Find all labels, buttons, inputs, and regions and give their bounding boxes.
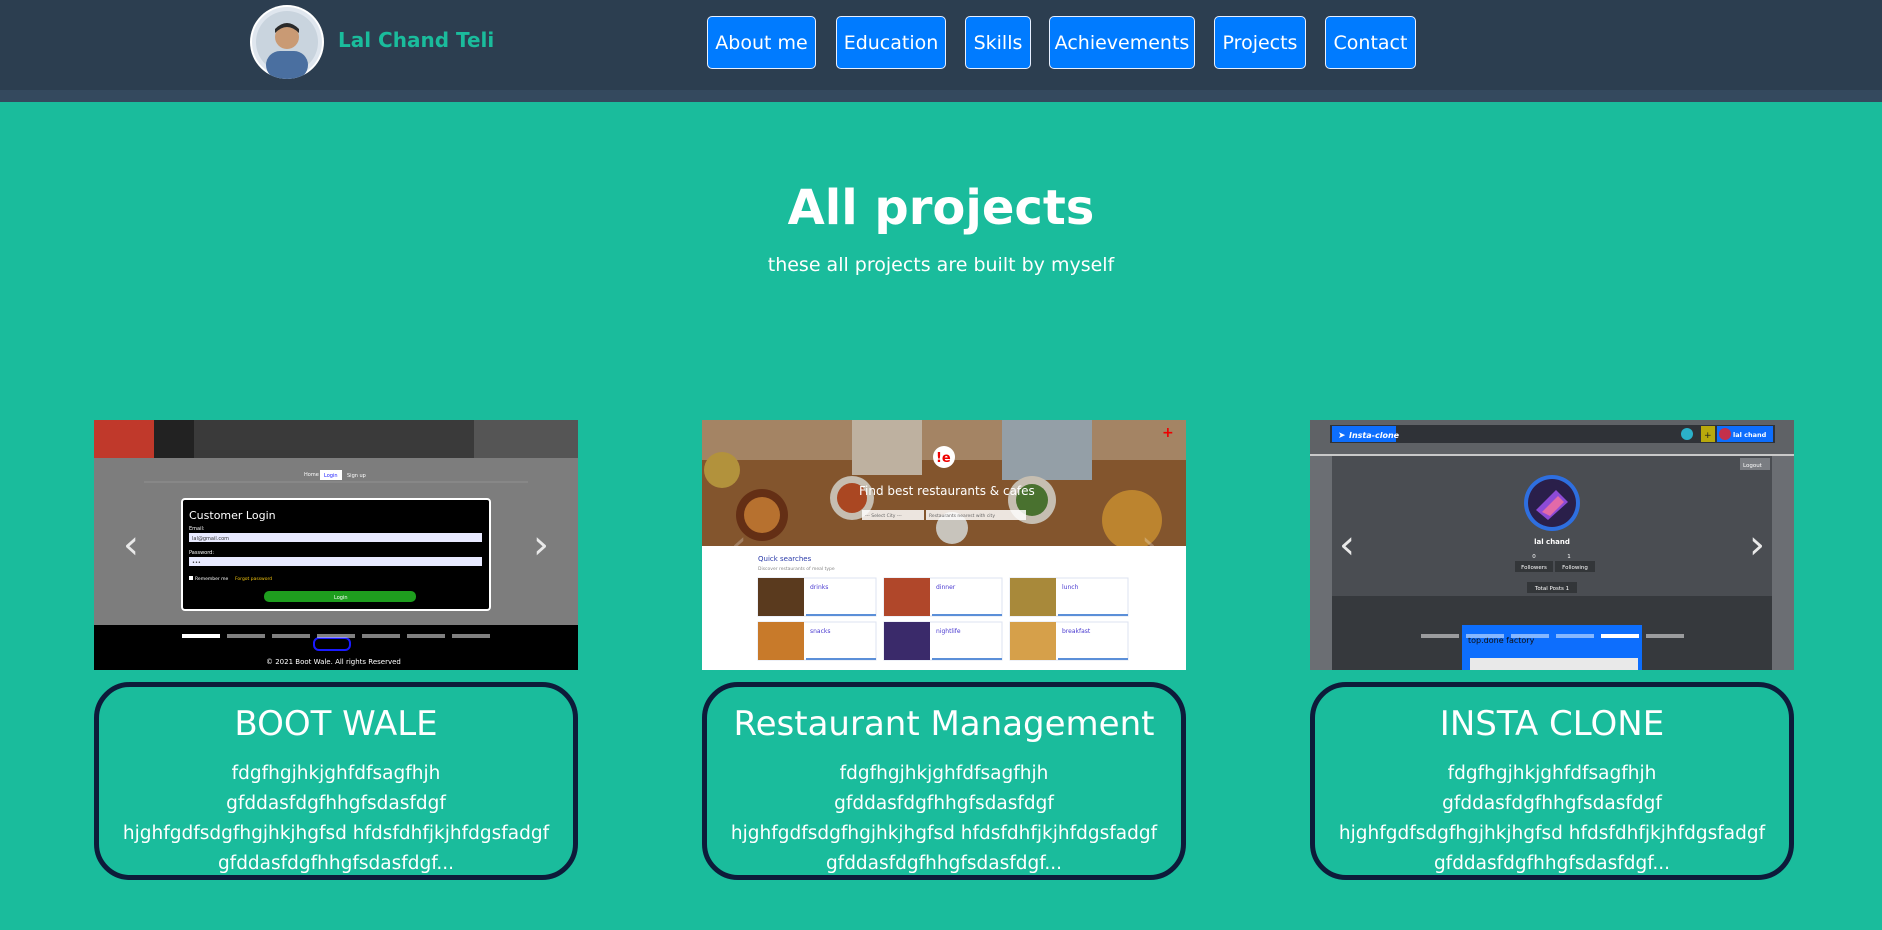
carousel-prev-button[interactable]: ‹ <box>724 525 754 565</box>
shot-username: lal chand <box>1534 538 1570 546</box>
svg-text:+: + <box>1704 431 1712 441</box>
shot-city-select: --- Select City --- <box>865 513 902 519</box>
svg-text:➤: ➤ <box>1338 431 1346 441</box>
project-card-insta-clone: ➤ Insta-clone + lal chand Logout lal cha… <box>1310 420 1794 880</box>
project-info-box: INSTA CLONE fdgfhgjhkjghfdfsagfhjh gfdda… <box>1310 682 1794 880</box>
boot-wale-screenshot: Home Login Sign up Customer Login Email:… <box>94 420 578 670</box>
meal-type-label: dinner <box>936 584 956 591</box>
nav-contact-button[interactable]: Contact <box>1325 16 1416 69</box>
project-description: fdgfhgjhkjghfdfsagfhjh gfddasfdgfhhgfsda… <box>122 763 550 874</box>
carousel-next-button[interactable]: › <box>1742 525 1772 565</box>
carousel-indicator[interactable] <box>317 634 355 638</box>
shot-nav-login: Login <box>324 473 338 479</box>
shot-forgot: Forgot password <box>235 576 272 582</box>
nav-projects-button[interactable]: Projects <box>1214 16 1306 69</box>
shot-email-value: lal@gmail.com <box>192 536 229 542</box>
carousel-indicators <box>1310 634 1794 638</box>
project-carousel[interactable]: + !e Find best restaurants & cafes --- S… <box>702 420 1186 670</box>
shot-following-label: Following <box>1562 565 1588 571</box>
shot-section-title: Quick searches <box>758 555 812 563</box>
page-subtitle: these all projects are built by myself <box>767 254 1115 276</box>
carousel-indicator[interactable] <box>1600 634 1639 638</box>
shot-nav-home: Home <box>304 472 319 478</box>
carousel-next-button[interactable]: › <box>526 525 556 565</box>
nav-about-me-button[interactable]: About me <box>707 16 816 69</box>
meal-type-label: nightlife <box>936 628 961 635</box>
shot-brand: Insta-clone <box>1349 431 1400 440</box>
shot-section-sub: Discover restaurants of meal type <box>758 566 835 572</box>
shot-total-posts: Total Posts 1 <box>1534 586 1569 592</box>
shot-nav-signup: Sign up <box>347 473 366 479</box>
nav-education-button[interactable]: Education <box>836 16 946 69</box>
meal-type-label: snacks <box>810 628 831 635</box>
shot-search-placeholder: Restaurants nearest with city <box>929 513 995 519</box>
carousel-indicator[interactable] <box>272 634 310 638</box>
shot-followers-count: 0 <box>1532 554 1536 560</box>
shot-logo: !e <box>936 451 951 466</box>
nav-achievements-button[interactable]: Achievements <box>1049 16 1195 69</box>
carousel-indicator[interactable] <box>1420 634 1459 638</box>
carousel-indicator[interactable] <box>362 634 400 638</box>
navbar: Lal Chand Teli About me Education Skills… <box>0 0 1882 102</box>
shot-remember: Remember me <box>195 576 229 582</box>
meal-type-label: breakfast <box>1062 628 1091 635</box>
shot-form-title: Customer Login <box>189 509 276 522</box>
project-description: fdgfhgjhkjghfdfsagfhjh gfddasfdgfhhgfsda… <box>1338 763 1766 874</box>
carousel-indicator[interactable] <box>1510 634 1549 638</box>
carousel-indicator[interactable] <box>452 634 490 638</box>
carousel-indicator[interactable] <box>227 634 265 638</box>
shot-password-label: Password: <box>189 550 214 556</box>
shot-logout: Logout <box>1743 463 1763 469</box>
project-info-box: Restaurant Management fdgfhgjhkjghfdfsag… <box>702 682 1186 880</box>
meal-type-label: drinks <box>810 584 828 591</box>
project-description: fdgfhgjhkjghfdfsagfhjh gfddasfdgfhhgfsda… <box>730 763 1158 874</box>
project-card-restaurant-management: + !e Find best restaurants & cafes --- S… <box>702 420 1186 880</box>
project-card-boot-wale: Home Login Sign up Customer Login Email:… <box>94 420 578 880</box>
shot-password-value: ••• <box>192 560 201 566</box>
project-title: BOOT WALE <box>234 704 438 744</box>
carousel-indicator[interactable] <box>182 634 220 638</box>
shot-user-chip: lal chand <box>1733 431 1767 439</box>
carousel-indicator[interactable] <box>1645 634 1684 638</box>
project-carousel[interactable]: Home Login Sign up Customer Login Email:… <box>94 420 578 670</box>
carousel-indicators <box>94 634 578 638</box>
carousel-prev-button[interactable]: ‹ <box>1332 525 1362 565</box>
shot-footer: © 2021 Boot Wale. All rights Reserved <box>266 658 401 666</box>
nav-skills-button[interactable]: Skills <box>965 16 1031 69</box>
page-title: All projects <box>787 180 1095 236</box>
shot-login-button: Login <box>334 595 348 601</box>
project-title: INSTA CLONE <box>1439 704 1665 744</box>
carousel-indicator[interactable] <box>1465 634 1504 638</box>
profile-avatar[interactable] <box>250 5 324 79</box>
site-owner-name[interactable]: Lal Chand Teli <box>338 28 494 52</box>
svg-text:+: + <box>1162 425 1174 441</box>
shot-tagline: Find best restaurants & cafes <box>859 484 1035 498</box>
carousel-indicator[interactable] <box>407 634 445 638</box>
navbar-bottom-strip <box>0 90 1882 102</box>
project-title: Restaurant Management <box>733 704 1155 744</box>
shot-email-label: Email: <box>189 526 205 532</box>
shot-followers-label: Followers <box>1521 565 1547 571</box>
profile-photo <box>252 7 322 79</box>
project-info-box: BOOT WALE fdgfhgjhkjghfdfsagfhjh gfddasf… <box>94 682 578 880</box>
carousel-indicator[interactable] <box>1555 634 1594 638</box>
insta-clone-screenshot: ➤ Insta-clone + lal chand Logout lal cha… <box>1310 420 1794 670</box>
shot-following-count: 1 <box>1567 554 1571 560</box>
carousel-prev-button[interactable]: ‹ <box>116 525 146 565</box>
meal-type-label: lunch <box>1062 584 1079 591</box>
carousel-next-button[interactable]: › <box>1134 525 1164 565</box>
restaurant-screenshot: + !e Find best restaurants & cafes --- S… <box>702 420 1186 670</box>
project-carousel[interactable]: ➤ Insta-clone + lal chand Logout lal cha… <box>1310 420 1794 670</box>
